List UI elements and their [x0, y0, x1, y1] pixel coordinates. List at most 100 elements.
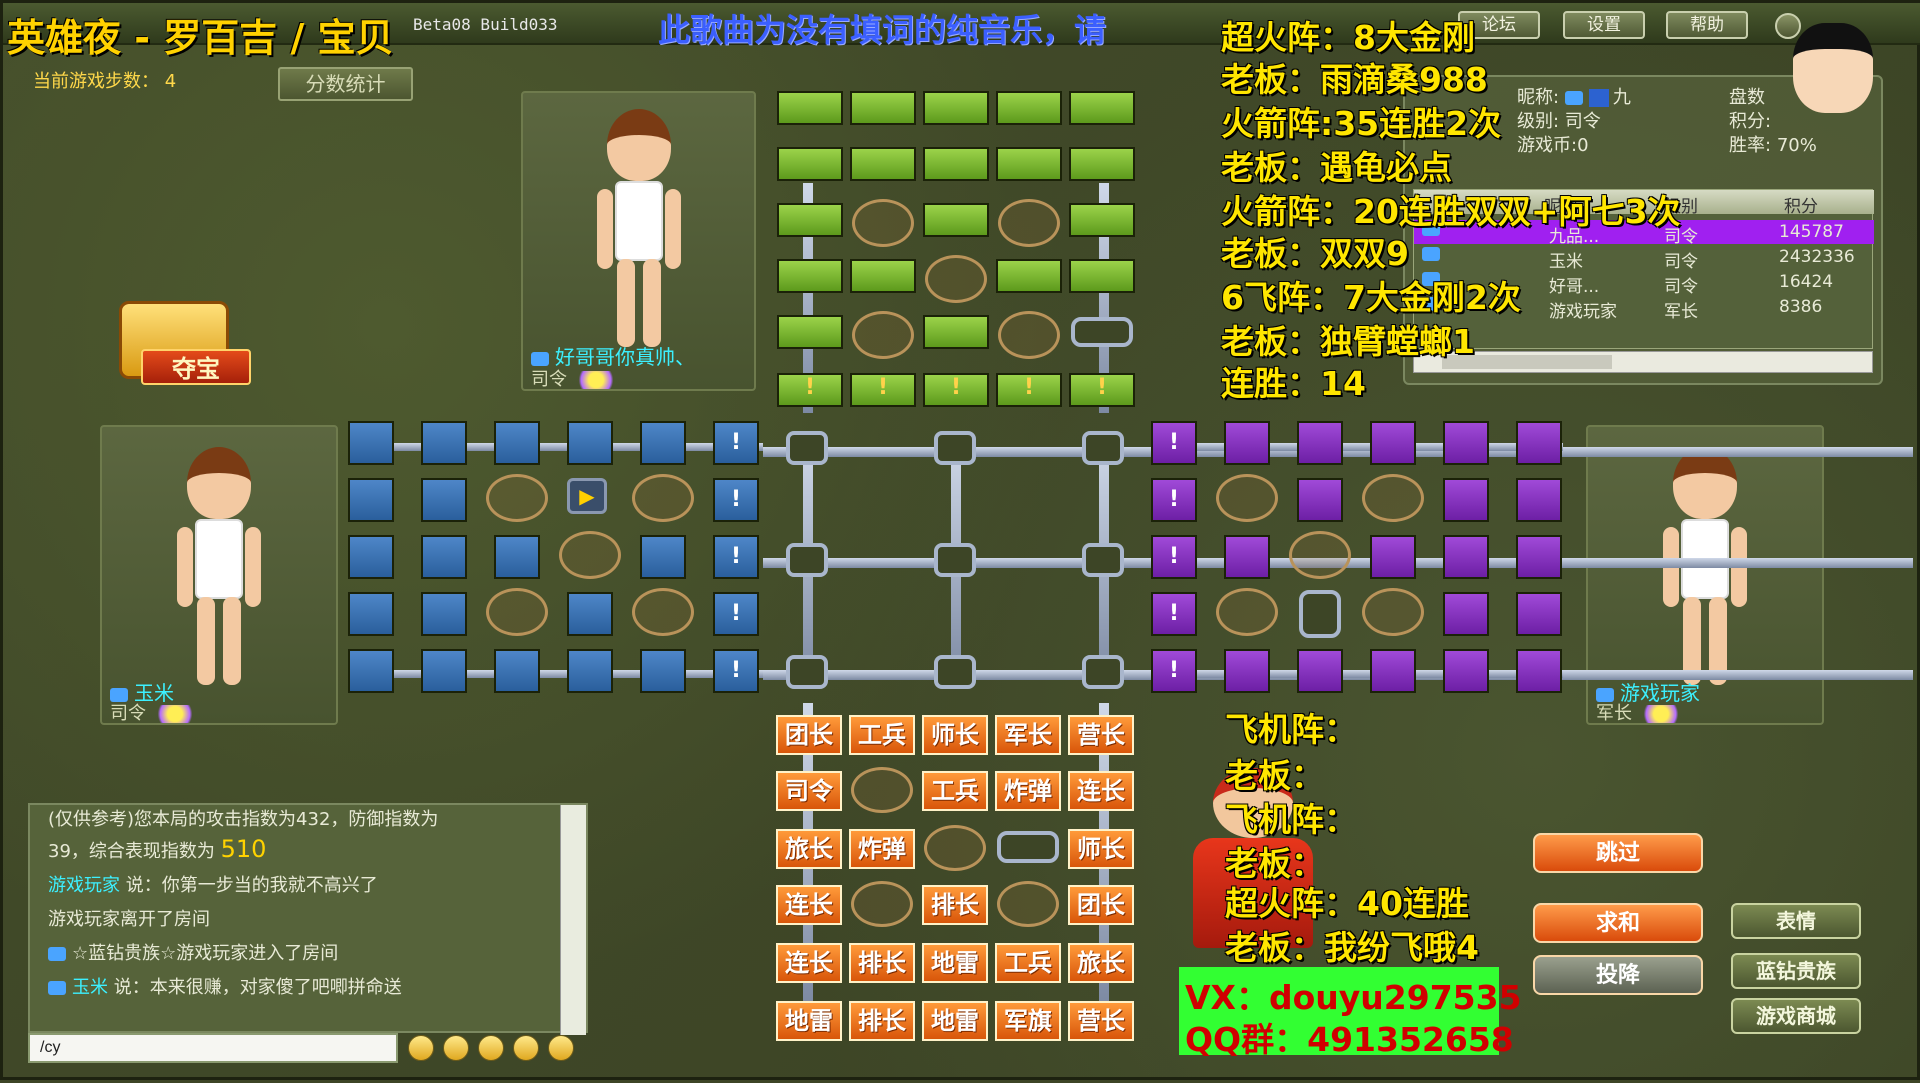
board-station[interactable] [934, 543, 976, 577]
empty-station[interactable] [997, 831, 1059, 863]
green-piece[interactable]: ! [1069, 373, 1135, 407]
camp[interactable] [1362, 474, 1424, 522]
ranking-scrollbar[interactable] [1413, 351, 1873, 373]
purple-piece[interactable] [1370, 649, 1416, 693]
purple-piece[interactable]: ! [1151, 478, 1197, 522]
board-station[interactable] [786, 431, 828, 465]
wrench-icon[interactable] [513, 1035, 539, 1061]
green-piece[interactable]: ! [996, 373, 1062, 407]
camp[interactable] [632, 474, 694, 522]
camp[interactable] [925, 255, 987, 303]
blue-diamond-button[interactable]: 蓝钻贵族 [1731, 953, 1861, 989]
green-piece[interactable] [777, 259, 843, 293]
blue-piece[interactable] [640, 535, 686, 579]
help-button[interactable]: 帮助 [1666, 11, 1748, 39]
settings-button[interactable]: 设置 [1563, 11, 1645, 39]
moving-piece-arrow-icon[interactable]: ▶ [567, 478, 607, 514]
purple-piece[interactable] [1224, 421, 1270, 465]
green-piece[interactable] [996, 147, 1062, 181]
green-piece[interactable]: ! [850, 373, 916, 407]
speaker-icon[interactable] [478, 1035, 504, 1061]
blue-piece[interactable] [348, 535, 394, 579]
camp[interactable] [997, 881, 1059, 927]
purple-piece[interactable] [1443, 535, 1489, 579]
purple-piece[interactable] [1370, 421, 1416, 465]
green-piece[interactable] [1069, 91, 1135, 125]
green-piece[interactable] [923, 315, 989, 349]
blue-piece[interactable]: ! [713, 535, 759, 579]
green-piece[interactable]: ! [777, 373, 843, 407]
board-station[interactable] [1082, 431, 1124, 465]
green-piece[interactable] [1069, 259, 1135, 293]
green-piece[interactable]: ! [923, 373, 989, 407]
orange-piece[interactable]: 营长 [1068, 715, 1134, 755]
orange-piece[interactable]: 工兵 [849, 715, 915, 755]
orange-piece[interactable]: 师长 [922, 715, 988, 755]
green-piece[interactable] [923, 203, 989, 237]
green-piece[interactable] [850, 259, 916, 293]
blue-piece[interactable] [421, 592, 467, 636]
orange-piece[interactable]: 工兵 [922, 771, 988, 811]
blue-piece[interactable] [640, 649, 686, 693]
camp[interactable] [1216, 474, 1278, 522]
board-station[interactable] [786, 655, 828, 689]
purple-piece[interactable] [1443, 649, 1489, 693]
camp[interactable] [852, 311, 914, 359]
camp[interactable] [486, 588, 548, 636]
blue-piece[interactable] [348, 421, 394, 465]
orange-piece[interactable]: 排长 [922, 885, 988, 925]
blue-piece[interactable] [421, 649, 467, 693]
purple-piece[interactable] [1297, 478, 1343, 522]
blue-piece[interactable] [494, 649, 540, 693]
purple-piece[interactable] [1516, 478, 1562, 522]
blue-piece[interactable] [567, 649, 613, 693]
orange-piece[interactable]: 营长 [1068, 1001, 1134, 1041]
purple-piece[interactable] [1224, 535, 1270, 579]
board-station[interactable] [934, 431, 976, 465]
green-piece[interactable] [996, 259, 1062, 293]
green-piece[interactable] [850, 91, 916, 125]
emoji-icon[interactable] [443, 1035, 469, 1061]
treasure-button[interactable]: 夺宝 [111, 293, 251, 389]
camp[interactable] [486, 474, 548, 522]
orange-piece[interactable]: 地雷 [922, 1001, 988, 1041]
green-piece[interactable] [850, 147, 916, 181]
green-piece[interactable] [777, 147, 843, 181]
chat-bubble-icon[interactable] [408, 1035, 434, 1061]
blue-piece[interactable] [567, 592, 613, 636]
blue-piece[interactable]: ! [713, 478, 759, 522]
camp[interactable] [1289, 531, 1351, 579]
blue-piece[interactable]: ! [713, 592, 759, 636]
purple-piece[interactable]: ! [1151, 421, 1197, 465]
orange-piece[interactable]: 连长 [776, 943, 842, 983]
board-station[interactable] [1082, 655, 1124, 689]
blue-piece[interactable]: ! [713, 421, 759, 465]
chat-scrollbar[interactable] [560, 805, 586, 1035]
empty-station[interactable] [1299, 590, 1341, 638]
orange-piece[interactable]: 排长 [849, 943, 915, 983]
table-row[interactable]: 玉米 司令 2432336 [1414, 245, 1874, 272]
purple-piece[interactable] [1516, 421, 1562, 465]
orange-piece[interactable]: 炸弹 [849, 829, 915, 869]
blue-piece[interactable] [348, 592, 394, 636]
purple-piece[interactable] [1516, 592, 1562, 636]
purple-piece[interactable] [1443, 421, 1489, 465]
camp[interactable] [851, 767, 913, 813]
purple-piece[interactable]: ! [1151, 592, 1197, 636]
camp[interactable] [998, 311, 1060, 359]
purple-piece[interactable] [1516, 535, 1562, 579]
orange-piece[interactable]: 旅长 [1068, 943, 1134, 983]
purple-piece[interactable] [1370, 535, 1416, 579]
orange-piece[interactable]: 军长 [995, 715, 1061, 755]
green-piece[interactable] [777, 203, 843, 237]
orange-piece[interactable]: 旅长 [776, 829, 842, 869]
green-piece[interactable] [777, 315, 843, 349]
purple-piece[interactable] [1224, 649, 1270, 693]
orange-piece[interactable]: 军旗 [995, 1001, 1061, 1041]
empty-station[interactable] [1071, 317, 1133, 347]
camp[interactable] [924, 825, 986, 871]
green-piece[interactable] [1069, 203, 1135, 237]
shop-button[interactable]: 游戏商城 [1731, 998, 1861, 1034]
camp[interactable] [1216, 588, 1278, 636]
board-station[interactable] [786, 543, 828, 577]
